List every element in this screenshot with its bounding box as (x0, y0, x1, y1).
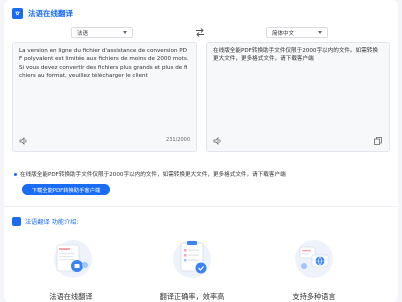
features-title: 法语翻译 功能介绍: (25, 218, 79, 226)
chevron-down-icon (123, 31, 127, 34)
translator-panel: 法语在线翻译 法语 简体中文 La version en ligne du fi… (4, 0, 398, 302)
accuracy-clipboard-icon (173, 240, 211, 278)
feature-card-languages: 支持多种语言 (264, 233, 364, 302)
page-title: 法语在线翻译 (28, 8, 73, 18)
feature-label: 翻译正确率，效率高 (159, 292, 225, 301)
translate-icon (12, 7, 23, 19)
feature-card-accuracy: 翻译正确率，效率高 (142, 233, 242, 302)
chevron-down-icon (318, 31, 322, 34)
source-language-value: 法语 (77, 30, 89, 37)
target-language-value: 简体中文 (272, 30, 295, 37)
notice-bullet (14, 173, 17, 176)
source-text[interactable]: La version en ligne du fichier d'assista… (19, 47, 190, 80)
feature-section-icon (12, 216, 21, 226)
translation-result-box: 在线版全能PDF转换助手文件仅限于2000字以内的文件。如需转换更大文件，更多格… (206, 42, 390, 152)
character-count: 231/2000 (166, 137, 190, 143)
features-header: 法语翻译 功能介绍: (12, 216, 79, 226)
feature-card-online-translate: 法语在线翻译 (21, 233, 121, 302)
download-client-button[interactable]: 下载全能PDF转换助手客户端 (22, 184, 110, 195)
speaker-icon[interactable] (19, 137, 28, 145)
source-language-select[interactable]: 法语 (71, 27, 133, 38)
speaker-icon[interactable] (213, 137, 222, 145)
section-divider (4, 206, 398, 207)
limit-notice: 在线版全能PDF转换助手文件仅限于2000字以内的文件，如需转换更大文件，更多格… (20, 172, 286, 178)
target-language-select[interactable]: 简体中文 (266, 27, 328, 38)
translated-text: 在线版全能PDF转换助手文件仅限于2000字以内的文件。如需转换更大文件，更多格… (213, 48, 378, 63)
header: 法语在线翻译 (12, 6, 73, 20)
copy-icon[interactable] (374, 137, 382, 145)
swap-languages-icon[interactable] (195, 28, 205, 37)
source-text-box[interactable]: La version en ligne du fichier d'assista… (12, 42, 197, 152)
feature-label: 支持多种语言 (292, 292, 336, 301)
multi-language-icon (295, 240, 333, 278)
french-document-icon (54, 240, 92, 278)
feature-label: 法语在线翻译 (49, 292, 93, 301)
